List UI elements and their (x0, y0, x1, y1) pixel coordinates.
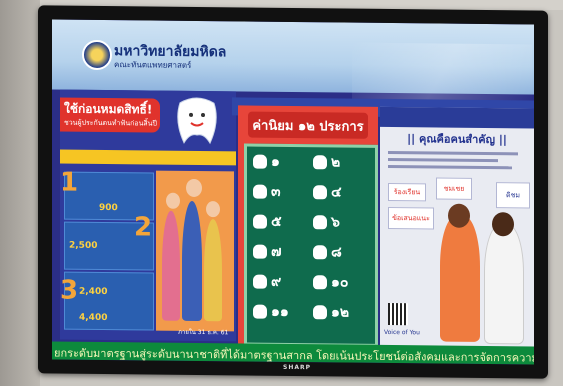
left-deadline: ภายใน 31 ธ.ค. 61 (178, 328, 229, 337)
value-number-6: ๖ (331, 214, 340, 231)
person-head (206, 201, 220, 218)
card-praise: ชมเชย (436, 177, 472, 200)
tv-brand-logo: SHARP (283, 363, 312, 372)
value-number-12: ๑๒ (331, 304, 350, 321)
value-number-10: ๑๐ (331, 274, 349, 291)
value-number-11: ๑๑ (271, 303, 289, 320)
value-number-1: ๑ (271, 153, 280, 170)
center-title-bar: ค่านิยม ๑๒ ประการ (248, 111, 368, 139)
card-feedback: ติชม (496, 182, 530, 209)
qr-code-icon (388, 302, 408, 326)
value-number-4: ๔ (331, 184, 342, 201)
tooth-icon (253, 274, 267, 289)
person-head (186, 178, 202, 198)
person-figure (182, 200, 202, 322)
woman-head-2 (492, 212, 514, 237)
person-head (166, 192, 180, 209)
person-figure (162, 210, 180, 321)
university-logo-icon (82, 39, 112, 71)
amount-3: 2,400 (79, 286, 108, 298)
tooth-icon (313, 155, 327, 170)
woman-figure-2 (484, 224, 524, 345)
step-number-2: 2 (134, 212, 153, 243)
benefit-list: 900 2,500 2,400 4,400 1 2 3 (60, 168, 154, 333)
ticker-text: ยกระดับมาตรฐานสู่ระดับนานาชาติที่ได้มาตร… (54, 346, 534, 365)
value-number-8: ๘ (331, 244, 342, 261)
faculty-name: คณะทันตแพทยศาสตร์ (114, 60, 192, 70)
left-poster: ใช้ก่อนหมดสิทธิ์! ชวนผู้ประกันตนทำฟันก่อ… (60, 89, 236, 342)
tooth-mascot-icon (177, 97, 217, 145)
tooth-icon (313, 245, 327, 260)
yellow-info-bar (60, 149, 236, 166)
left-title: ใช้ก่อนหมดสิทธิ์! (64, 101, 153, 117)
card-complaint: ร้องเรียน (388, 182, 426, 202)
tooth-icon (253, 214, 267, 229)
center-title: ค่านิยม ๑๒ ประการ (252, 118, 364, 135)
value-number-2: ๒ (331, 154, 341, 171)
card-suggestion: ข้อเสนอแนะ (388, 206, 434, 230)
value-number-3: ๓ (271, 183, 281, 200)
amount-4: 4,400 (79, 312, 108, 324)
value-number-7: ๗ (271, 243, 282, 260)
right-text-block (388, 150, 526, 173)
screen-glare (352, 42, 532, 105)
voice-label: Voice of You (384, 328, 420, 337)
right-header-bar (380, 106, 534, 129)
tooth-icon (313, 215, 327, 230)
family-illustration (156, 170, 234, 332)
left-subtitle: ชวนผู้ประกันตนทำฟันก่อนสิ้นปี (64, 118, 157, 128)
header-banner: มหาวิทยาลัยมหิดล คณะทันตแพทยศาสตร์ (52, 19, 534, 105)
tooth-icon (253, 184, 267, 199)
amount-1: 900 (99, 202, 118, 214)
wall-left (0, 0, 40, 386)
woman-head-1 (448, 203, 470, 228)
amount-2: 2,500 (69, 240, 98, 251)
tooth-icon (253, 154, 267, 169)
values-board: ๑ ๒ ๓ ๔ ๕ ๖ ๗ ๘ ๙ ๑๐ ๑๑ ๑๒ (244, 143, 378, 347)
step-number-3: 3 (60, 275, 79, 306)
left-title-banner: ใช้ก่อนหมดสิทธิ์! ชวนผู้ประกันตนทำฟันก่อ… (60, 97, 160, 133)
right-title: || คุณคือคนสำคัญ || (407, 132, 507, 147)
step-number-1: 1 (60, 167, 79, 198)
right-poster: || คุณคือคนสำคัญ || ร้องเรียน ชมเชย ข้อเ… (380, 106, 534, 349)
tooth-icon (253, 244, 267, 259)
tooth-icon (313, 305, 327, 320)
center-poster: ค่านิยม ๑๒ ประการ ๑ ๒ ๓ ๔ ๕ ๖ ๗ ๘ ๙ ๑๐ ๑… (238, 105, 378, 347)
woman-figure-1 (440, 215, 480, 342)
tooth-icon (313, 275, 327, 290)
value-number-9: ๙ (271, 273, 282, 290)
news-ticker: ยกระดับมาตรฐานสู่ระดับนานาชาติที่ได้มาตร… (52, 341, 534, 365)
value-number-5: ๕ (271, 213, 282, 230)
tv-screen: มหาวิทยาลัยมหิดล คณะทันตแพทยศาสตร์ ใช้ก่… (52, 19, 534, 365)
tooth-icon (253, 304, 267, 319)
tv-monitor: มหาวิทยาลัยมหิดล คณะทันตแพทยศาสตร์ ใช้ก่… (38, 5, 548, 379)
tooth-icon (313, 185, 327, 200)
person-figure (204, 219, 222, 322)
